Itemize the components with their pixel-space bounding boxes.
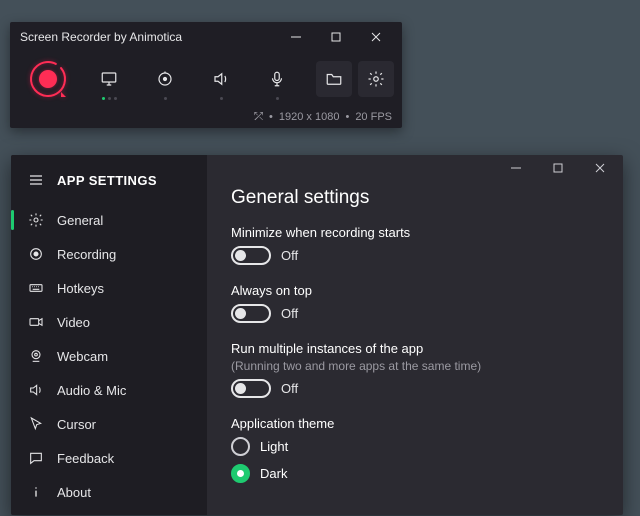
chat-icon — [27, 449, 45, 467]
toggle-state: Off — [281, 248, 298, 263]
sidebar-item-cursor[interactable]: Cursor — [11, 407, 207, 441]
setting-multi: Run multiple instances of the app (Runni… — [231, 341, 599, 398]
sidebar-item-label: Video — [57, 315, 90, 330]
setting-label: Application theme — [231, 416, 599, 431]
cursor-indicator-icon: ⤱ — [254, 111, 263, 124]
sidebar-item-label: About — [57, 485, 91, 500]
settings-titlebar — [207, 155, 623, 183]
sidebar-item-label: Recording — [57, 247, 116, 262]
settings-button[interactable] — [358, 61, 394, 97]
quality-button[interactable] — [140, 54, 190, 104]
sidebar-item-label: General — [57, 213, 103, 228]
toggle-state: Off — [281, 381, 298, 396]
theme-option-light[interactable]: Light — [231, 437, 599, 456]
status-fps: 20 FPS — [355, 111, 392, 123]
sidebar-item-webcam[interactable]: Webcam — [11, 339, 207, 373]
monitor-icon — [100, 70, 118, 88]
theme-option-dark[interactable]: Dark — [231, 464, 599, 483]
speaker-button[interactable] — [196, 54, 246, 104]
record-icon — [27, 245, 45, 263]
close-button[interactable] — [356, 23, 396, 51]
sidebar-item-general[interactable]: General — [11, 203, 207, 237]
page-title: General settings — [231, 187, 599, 209]
recorder-status: ⤱ • 1920 x 1080 • 20 FPS — [10, 106, 402, 128]
display-button[interactable] — [84, 54, 134, 104]
gear-icon — [367, 70, 385, 88]
sidebar: APP SETTINGS General Recording Hotkeys V… — [11, 155, 207, 515]
speaker-icon — [27, 381, 45, 399]
sidebar-item-feedback[interactable]: Feedback — [11, 441, 207, 475]
sidebar-item-recording[interactable]: Recording — [11, 237, 207, 271]
webcam-icon — [27, 347, 45, 365]
setting-label: Always on top — [231, 283, 599, 298]
info-icon — [27, 483, 45, 501]
setting-sublabel: (Running two and more apps at the same t… — [231, 359, 599, 373]
toggle-minimize[interactable] — [231, 246, 271, 265]
sidebar-item-label: Cursor — [57, 417, 96, 432]
folder-button[interactable] — [316, 61, 352, 97]
setting-label: Run multiple instances of the app — [231, 341, 599, 356]
setting-ontop: Always on top Off — [231, 283, 599, 323]
recorder-window: Screen Recorder by Animotica — [10, 22, 402, 128]
sidebar-item-hotkeys[interactable]: Hotkeys — [11, 271, 207, 305]
sidebar-title: APP SETTINGS — [57, 173, 157, 188]
sidebar-item-label: Audio & Mic — [57, 383, 126, 398]
folder-icon — [325, 70, 343, 88]
minimize-button[interactable] — [495, 155, 537, 181]
sidebar-item-label: Hotkeys — [57, 281, 104, 296]
status-resolution: 1920 x 1080 — [279, 111, 340, 123]
radio-icon — [231, 464, 250, 483]
recorder-title: Screen Recorder by Animotica — [20, 30, 276, 44]
sidebar-header: APP SETTINGS — [11, 161, 207, 203]
minimize-button[interactable] — [276, 23, 316, 51]
sidebar-item-about[interactable]: About — [11, 475, 207, 509]
sidebar-item-label: Webcam — [57, 349, 108, 364]
setting-minimize: Minimize when recording starts Off — [231, 225, 599, 265]
speaker-icon — [212, 70, 230, 88]
recorder-toolbar — [10, 52, 402, 106]
settings-main: General settings Minimize when recording… — [207, 155, 623, 515]
settings-window: APP SETTINGS General Recording Hotkeys V… — [11, 155, 623, 515]
sidebar-item-audio[interactable]: Audio & Mic — [11, 373, 207, 407]
cursor-icon — [27, 415, 45, 433]
radio-label: Light — [260, 439, 288, 454]
microphone-icon — [268, 70, 286, 88]
keyboard-icon — [27, 279, 45, 297]
video-icon — [27, 313, 45, 331]
close-button[interactable] — [579, 155, 621, 181]
toggle-state: Off — [281, 306, 298, 321]
sidebar-item-video[interactable]: Video — [11, 305, 207, 339]
settings-body: General settings Minimize when recording… — [207, 183, 623, 511]
radio-label: Dark — [260, 466, 287, 481]
setting-theme: Application theme Light Dark — [231, 416, 599, 483]
toggle-multi[interactable] — [231, 379, 271, 398]
toggle-ontop[interactable] — [231, 304, 271, 323]
setting-label: Minimize when recording starts — [231, 225, 599, 240]
hamburger-icon[interactable] — [27, 171, 45, 189]
sidebar-item-label: Feedback — [57, 451, 114, 466]
mic-button[interactable] — [252, 54, 302, 104]
gauge-icon — [156, 70, 174, 88]
gear-icon — [27, 211, 45, 229]
radio-icon — [231, 437, 250, 456]
recorder-titlebar: Screen Recorder by Animotica — [10, 22, 402, 52]
maximize-button[interactable] — [316, 23, 356, 51]
record-button[interactable] — [18, 54, 78, 104]
maximize-button[interactable] — [537, 155, 579, 181]
